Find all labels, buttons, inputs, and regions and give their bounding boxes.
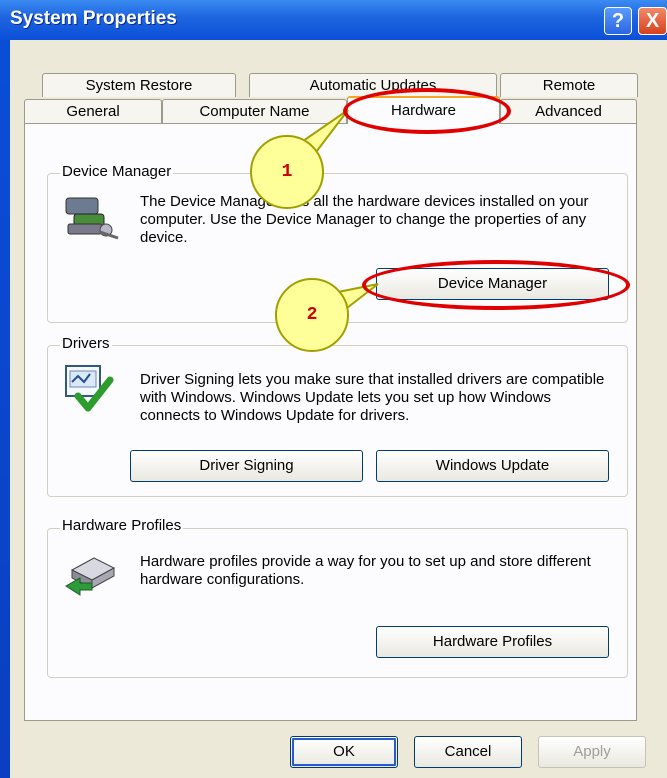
device-manager-button-highlight (362, 260, 630, 310)
step-1-callout: 1 (250, 135, 324, 209)
annotation-overlay (288, 109, 379, 320)
step-2-callout: 2 (275, 278, 349, 352)
hardware-tab-highlight (343, 88, 511, 134)
